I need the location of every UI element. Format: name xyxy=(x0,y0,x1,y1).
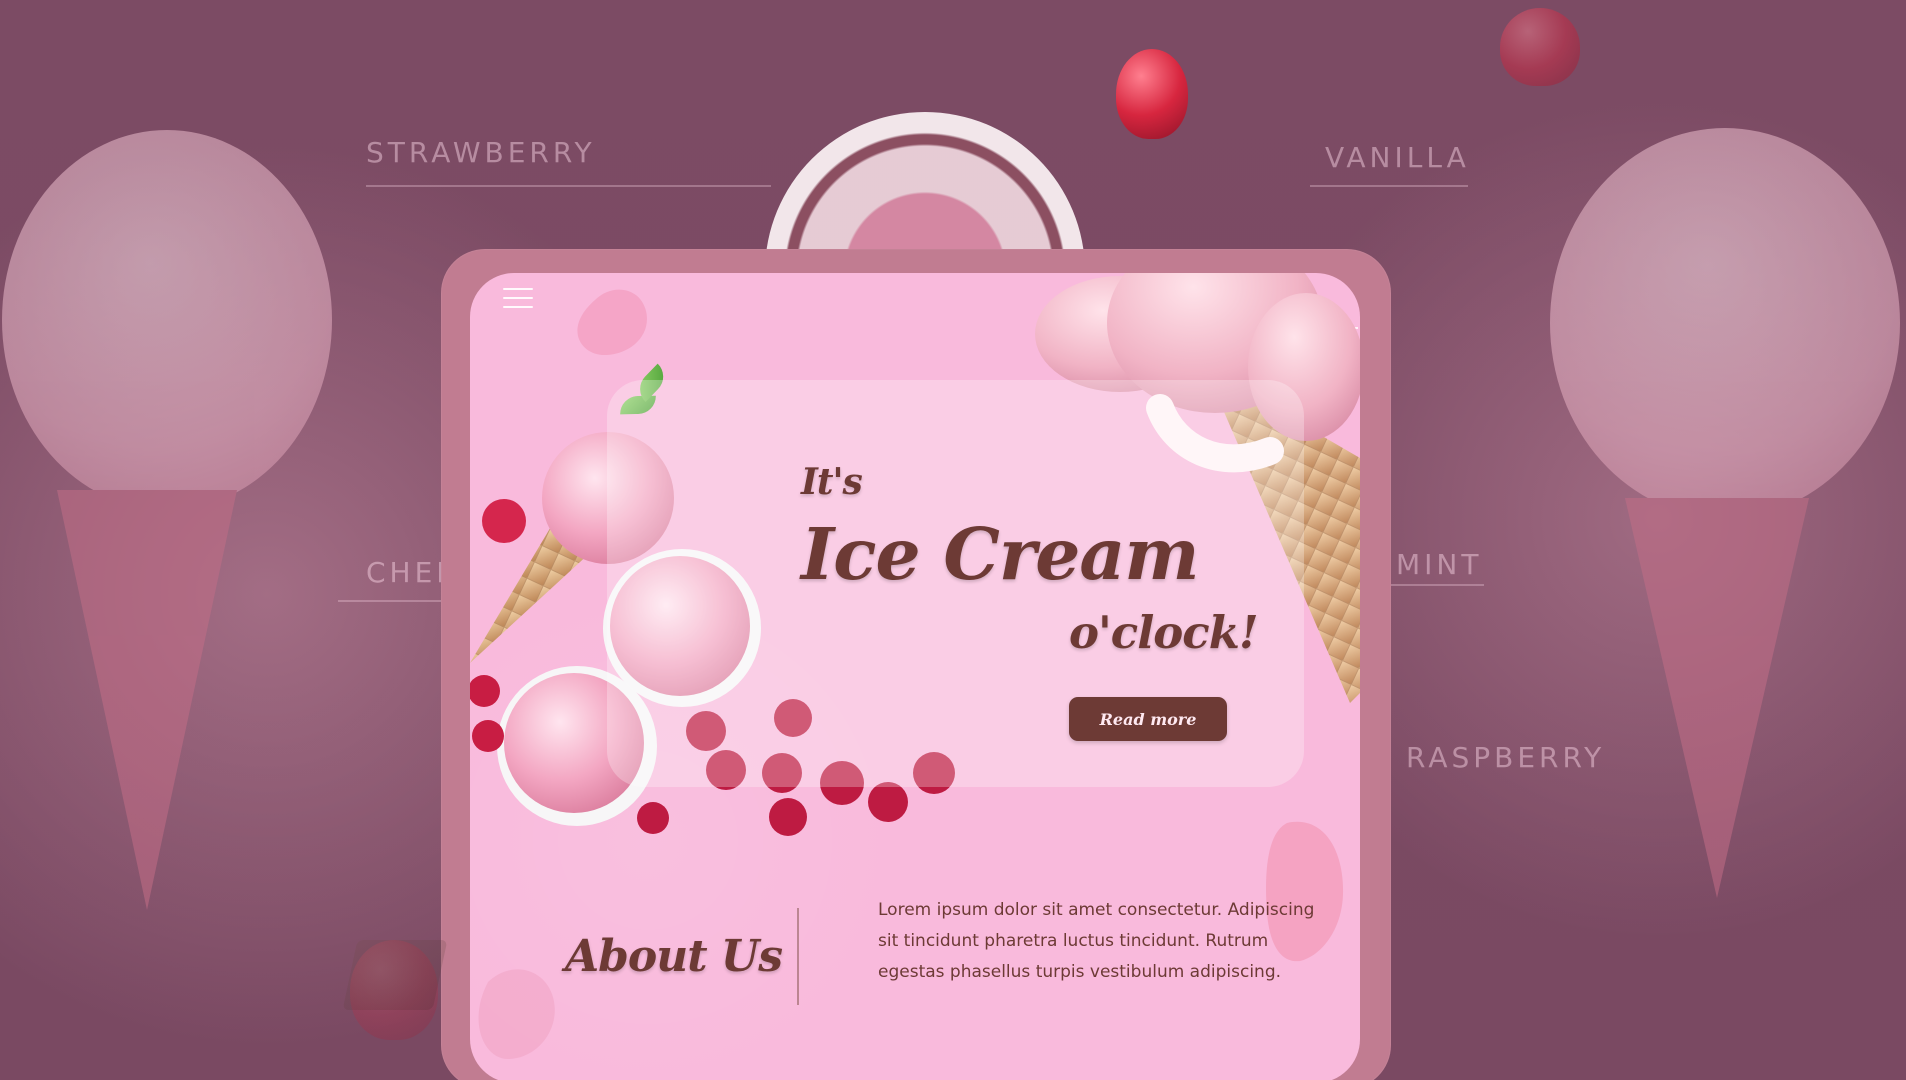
raspberry-12 xyxy=(637,802,669,834)
background-left-cone xyxy=(57,490,237,910)
background-flavor-mint-line xyxy=(1388,584,1484,586)
background-flavor-strawberry: STRAWBERRY xyxy=(366,136,771,187)
menu-icon-bar-top xyxy=(503,288,533,290)
raspberry-9 xyxy=(868,782,908,822)
background-flavor-vanilla: VANILLA xyxy=(1310,141,1470,187)
hero-faded-strawberry-bottom xyxy=(478,969,555,1060)
background-flavor-strawberry-label: STRAWBERRY xyxy=(366,136,596,169)
raspberry-2 xyxy=(470,675,500,707)
raspberry-11 xyxy=(769,798,807,836)
background-chocolate-piece xyxy=(342,940,448,1010)
about-divider xyxy=(797,908,799,1005)
hero-kicker: It's xyxy=(801,461,863,503)
tablet-frame: It's Ice Cream o'clock! Read more About … xyxy=(441,249,1391,1080)
landing-screen: It's Ice Cream o'clock! Read more About … xyxy=(470,273,1360,1080)
hero-faded-strawberry-bottom-body xyxy=(478,969,555,1060)
background-right-ice-cream-cone xyxy=(1550,128,1900,928)
side-control-icon[interactable] xyxy=(1342,327,1358,355)
hero-faded-strawberry-top-body xyxy=(577,289,647,356)
menu-icon[interactable] xyxy=(503,284,533,314)
about-us-copy: Lorem ipsum dolor sit amet consectetur. … xyxy=(878,900,1315,982)
background-left-ice-cream-cone xyxy=(0,130,332,930)
background-right-cone xyxy=(1625,498,1809,898)
hero-subtitle: o'clock! xyxy=(1069,606,1259,659)
background-flavor-mint: MINT xyxy=(1388,548,1484,586)
background-strawberry-top xyxy=(1116,49,1188,139)
hero-faded-strawberry-top xyxy=(577,289,647,356)
background-right-scoop xyxy=(1550,128,1900,518)
background-flavor-strawberry-line xyxy=(366,185,771,187)
read-more-button[interactable]: Read more xyxy=(1069,697,1227,741)
about-us-title: About Us xyxy=(565,931,783,982)
background-flavor-vanilla-line xyxy=(1310,185,1468,187)
raspberry-3 xyxy=(472,720,504,752)
menu-icon-bar-middle xyxy=(503,297,533,299)
page-stage: STRAWBERRY VANILLA CHER MINT RASPBERRY I… xyxy=(0,0,1906,1080)
raspberry-1 xyxy=(482,499,526,543)
background-left-scoop xyxy=(2,130,332,510)
menu-icon-bar-bottom xyxy=(503,306,533,308)
background-strawberry-corner xyxy=(1500,8,1580,86)
hero-title: Ice Cream xyxy=(801,512,1200,596)
background-flavor-vanilla-label: VANILLA xyxy=(1325,141,1470,174)
hero-top-right-scoop-left xyxy=(1035,276,1205,392)
background-flavor-cherry-line xyxy=(338,600,448,602)
hero-left-cone-shell xyxy=(470,503,616,663)
background-flavor-mint-label: MINT xyxy=(1396,548,1483,581)
